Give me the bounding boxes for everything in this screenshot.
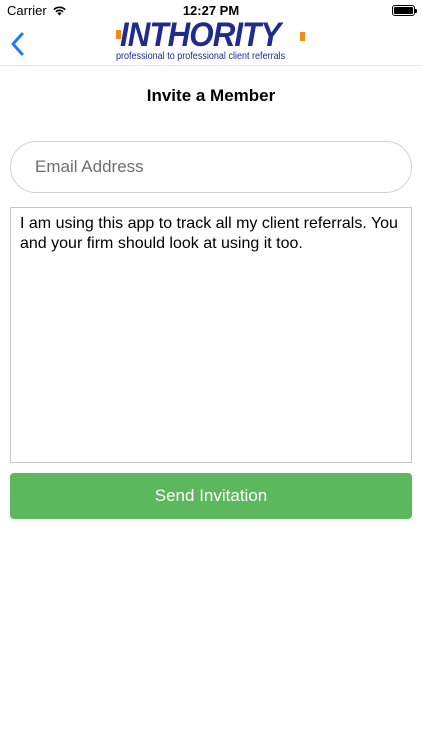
chevron-left-icon [11, 32, 24, 56]
logo-accent-right [300, 32, 305, 41]
page-title: Invite a Member [146, 86, 276, 105]
invite-member-screen: Carrier 12:27 PM INTHORITY professional … [0, 0, 422, 750]
logo-wordmark: INTHORITY [120, 16, 281, 54]
battery-icon [392, 5, 417, 16]
invitation-message-textarea[interactable]: I am using this app to track all my clie… [10, 207, 412, 463]
email-field[interactable] [10, 141, 412, 193]
navigation-bar: INTHORITY professional to professional c… [0, 18, 422, 66]
send-invitation-button[interactable]: Send Invitation [10, 473, 412, 519]
back-button[interactable] [8, 30, 30, 58]
logo-tagline: professional to professional client refe… [116, 50, 286, 62]
app-logo: INTHORITY professional to professional c… [116, 18, 306, 66]
